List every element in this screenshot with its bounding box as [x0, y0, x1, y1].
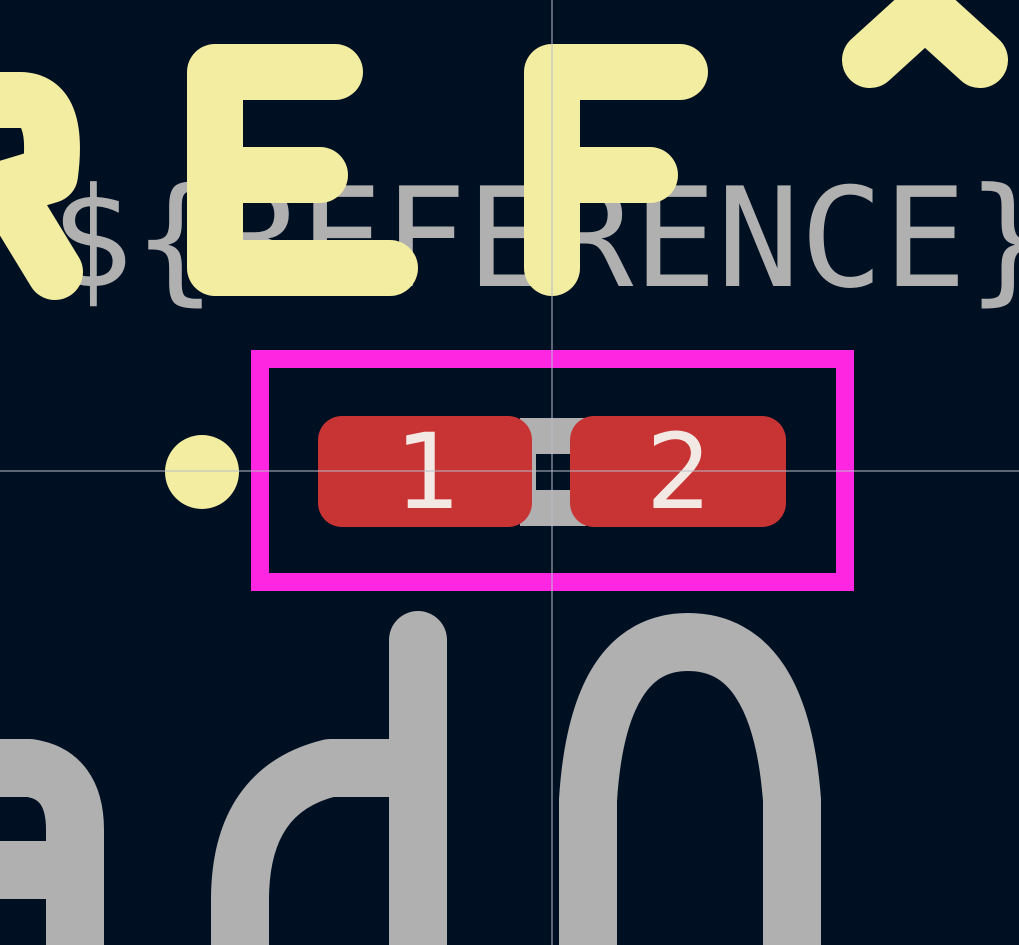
pad-1[interactable]: 1: [318, 411, 532, 533]
pad-1-number: 1: [395, 411, 461, 533]
pad-2[interactable]: 2: [570, 411, 786, 533]
pcb-canvas[interactable]: ${REFERENCE} 1 2: [0, 0, 1019, 945]
footprint-view[interactable]: ${REFERENCE} 1 2: [0, 0, 1019, 945]
pad-2-number: 2: [646, 411, 712, 533]
fab-value-text[interactable]: [0, 611, 821, 945]
pin1-marker-dot[interactable]: [165, 435, 239, 509]
fab-body-inner: [536, 454, 570, 490]
